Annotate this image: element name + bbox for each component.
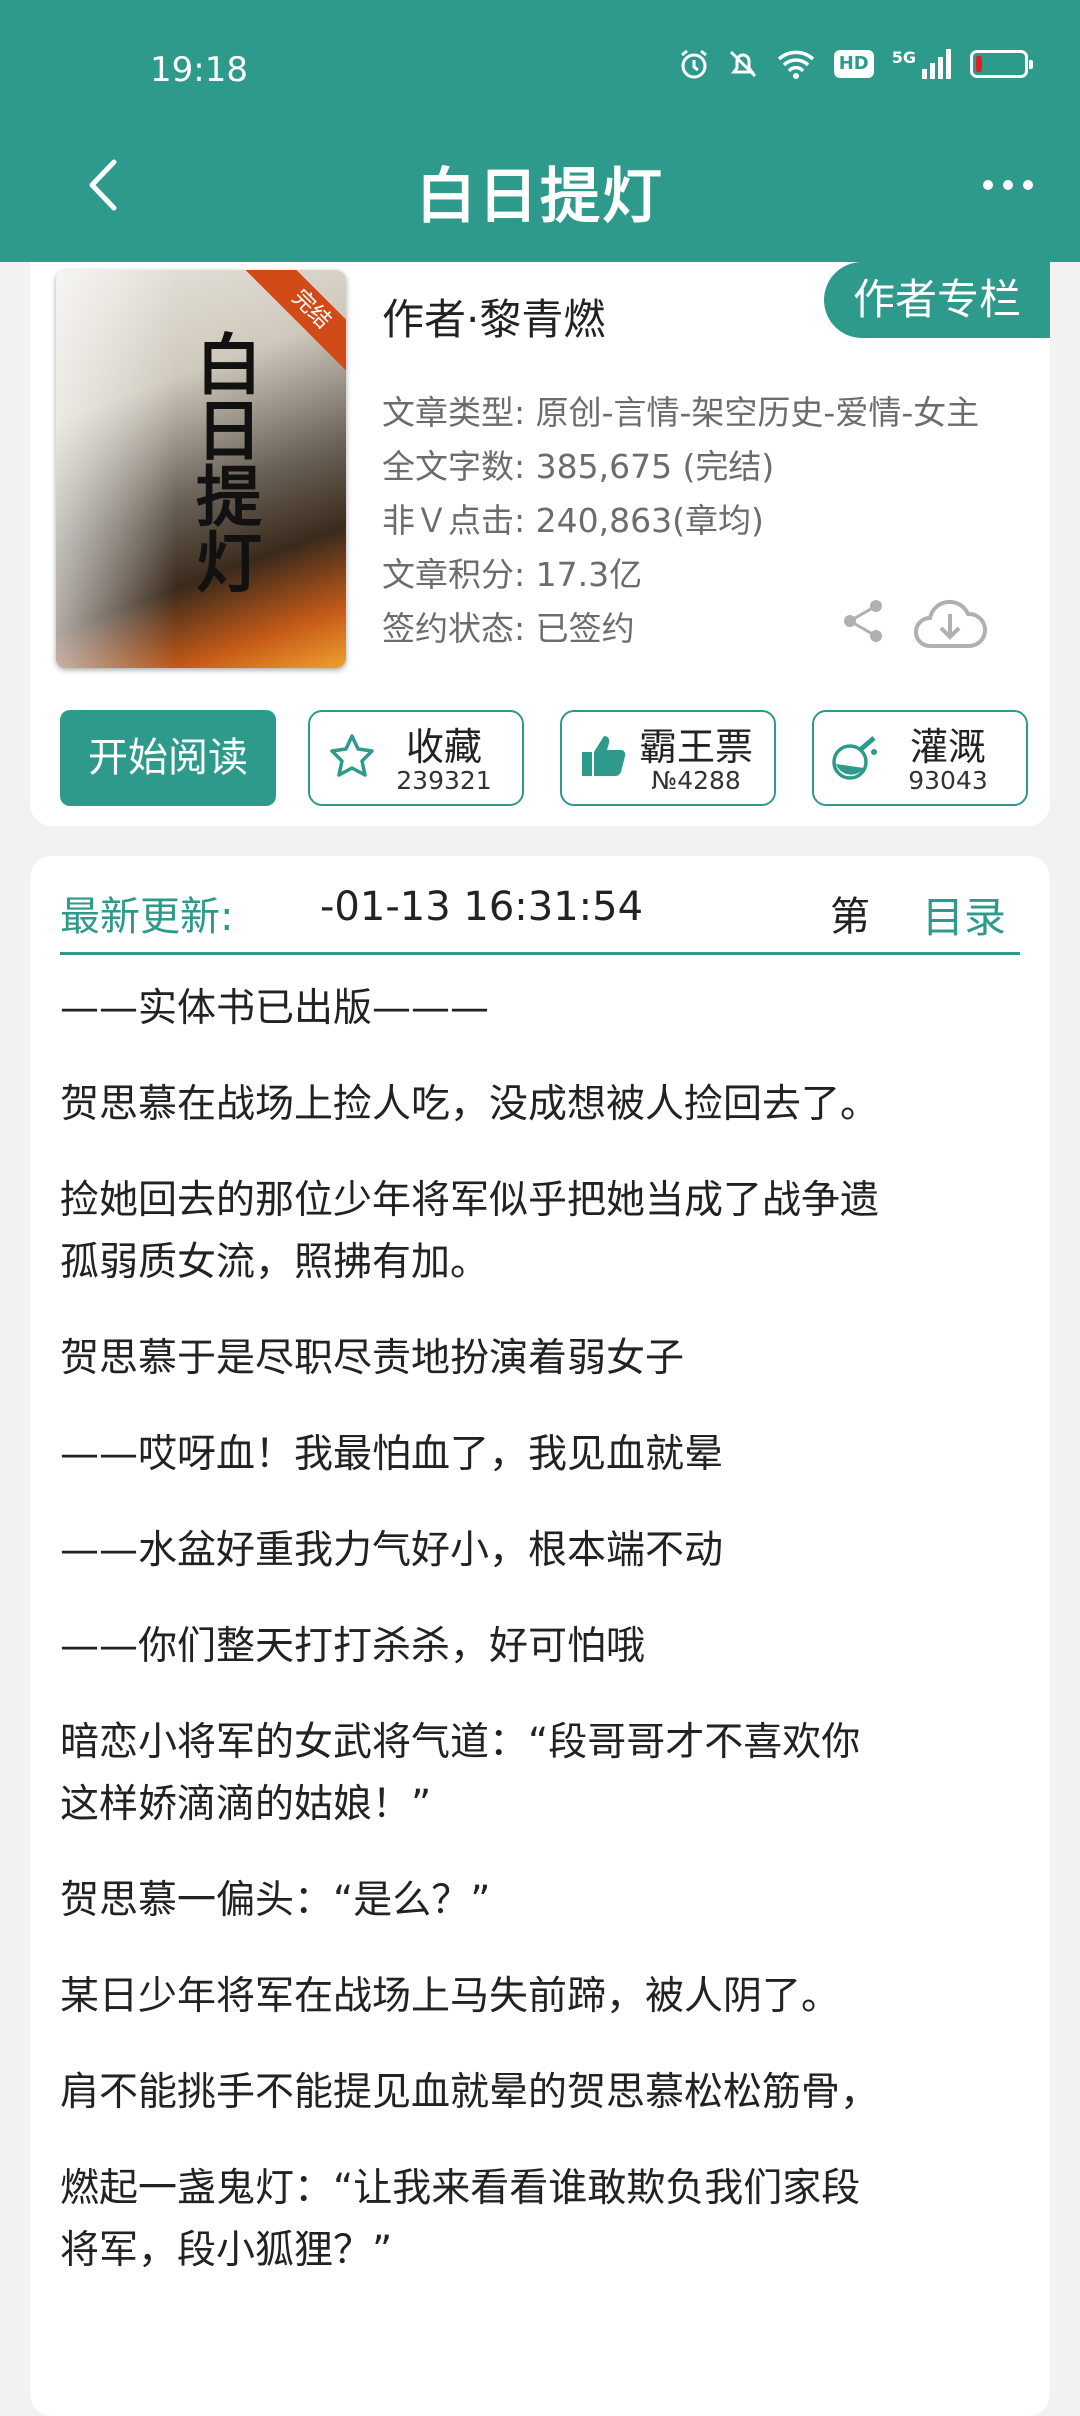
description-line: 燃起一盏鬼灯：“让我来看看谁敢欺负我们家段 bbox=[60, 2166, 861, 2211]
favorite-label: 收藏 bbox=[405, 725, 482, 769]
latest-update-label: 最新更新: bbox=[60, 894, 234, 940]
latest-chapter[interactable]: 第 bbox=[830, 884, 870, 942]
more-options-button[interactable] bbox=[978, 170, 1038, 200]
vote-label: 霸王票 bbox=[638, 725, 753, 769]
wifi-icon bbox=[777, 50, 814, 79]
meta-word-count: 全文字数: 385,675 (完结) bbox=[382, 447, 775, 486]
cover-title: 白日提灯 bbox=[185, 330, 263, 594]
download-cloud-icon[interactable] bbox=[910, 592, 990, 656]
book-cover[interactable]: 白日提灯 完结 bbox=[56, 270, 346, 668]
meta-score: 文章积分: 17.3亿 bbox=[382, 555, 643, 594]
description-line: 肩不能挑手不能提见血就晕的贺思慕松松筋骨， bbox=[60, 2070, 880, 2115]
author-name[interactable]: 作者·黎青燃 bbox=[382, 286, 605, 347]
description-line: 贺思慕一偏头：“是么？” bbox=[60, 1878, 491, 1923]
status-icons: HD 5G bbox=[678, 48, 1033, 80]
start-reading-button[interactable]: 开始阅读 bbox=[60, 710, 276, 806]
table-of-contents-button[interactable]: 目录 bbox=[922, 884, 1006, 945]
meta-clicks: 非Ｖ点击: 240,863(章均) bbox=[382, 501, 764, 540]
favorite-count: 239321 bbox=[396, 766, 492, 795]
meta-genre: 文章类型: 原创-言情-架空历史-爱情-女主 bbox=[382, 393, 980, 432]
description-card: 最新更新: -01-13 16:31:54 第 目录 ——实体书已出版——— 贺… bbox=[30, 856, 1050, 2416]
favorite-button[interactable]: 收藏 239321 bbox=[308, 710, 524, 806]
signal-icon: 5G bbox=[892, 48, 952, 79]
description-line: 孤弱质女流，照拂有加。 bbox=[60, 1240, 490, 1285]
battery-icon bbox=[970, 50, 1033, 78]
description-line: 贺思慕于是尽职尽责地扮演着弱女子 bbox=[60, 1336, 685, 1381]
vote-ticket-button[interactable]: 霸王票 №4288 bbox=[560, 710, 776, 806]
alarm-icon bbox=[680, 49, 707, 79]
description-line: 这样娇滴滴的姑娘！” bbox=[60, 1782, 432, 1827]
book-info-card: 白日提灯 完结 作者·黎青燃 作者专栏 文章类型: 原创-言情-架空历史-爱情-… bbox=[30, 262, 1050, 826]
share-icon[interactable] bbox=[838, 596, 888, 646]
description-line: 将军，段小狐狸？” bbox=[60, 2228, 393, 2273]
vote-rank: №4288 bbox=[651, 766, 741, 795]
meta-contract: 签约状态: 已签约 bbox=[382, 609, 635, 648]
description-line: ——哎呀血！我最怕血了，我见血就晕 bbox=[60, 1432, 724, 1477]
latest-update-row: 最新更新: -01-13 16:31:54 第 目录 bbox=[60, 876, 1020, 955]
description-line: ——实体书已出版——— bbox=[60, 986, 490, 1031]
book-description: ——实体书已出版——— 贺思慕在战场上捡人吃，没成想被人捡回去了。 捡她回去的那… bbox=[60, 978, 1020, 2282]
page-title: 白日提灯 bbox=[416, 162, 664, 232]
description-line: ——水盆好重我力气好小，根本端不动 bbox=[60, 1528, 724, 1573]
water-count: 93043 bbox=[908, 766, 988, 795]
book-meta: 文章类型: 原创-言情-架空历史-爱情-女主 全文字数: 385,675 (完结… bbox=[382, 386, 979, 656]
description-line: 某日少年将军在战场上马失前蹄，被人阴了。 bbox=[60, 1974, 841, 2019]
hd-badge: HD bbox=[833, 50, 874, 78]
action-bar: 开始阅读 收藏 239321 霸王票 №4288 灌溉 93043 bbox=[60, 710, 1028, 806]
description-line: ——你们整天打打杀杀，好可怕哦 bbox=[60, 1624, 646, 1669]
latest-update-time[interactable]: -01-13 16:31:54 bbox=[320, 884, 643, 930]
description-line: 暗恋小将军的女武将气道：“段哥哥才不喜欢你 bbox=[60, 1720, 861, 1765]
mute-bell-icon bbox=[729, 50, 756, 78]
app-bar: 19:18 HD 5G 白日提灯 bbox=[0, 0, 1080, 262]
water-label: 灌溉 bbox=[909, 725, 986, 769]
water-button[interactable]: 灌溉 93043 bbox=[812, 710, 1028, 806]
author-column-button[interactable]: 作者专栏 bbox=[824, 262, 1050, 338]
description-line: 捡她回去的那位少年将军似乎把她当成了战争遗 bbox=[60, 1178, 880, 1223]
status-time: 19:18 bbox=[150, 50, 248, 90]
description-line: 贺思慕在战场上捡人吃，没成想被人捡回去了。 bbox=[60, 1082, 880, 1127]
